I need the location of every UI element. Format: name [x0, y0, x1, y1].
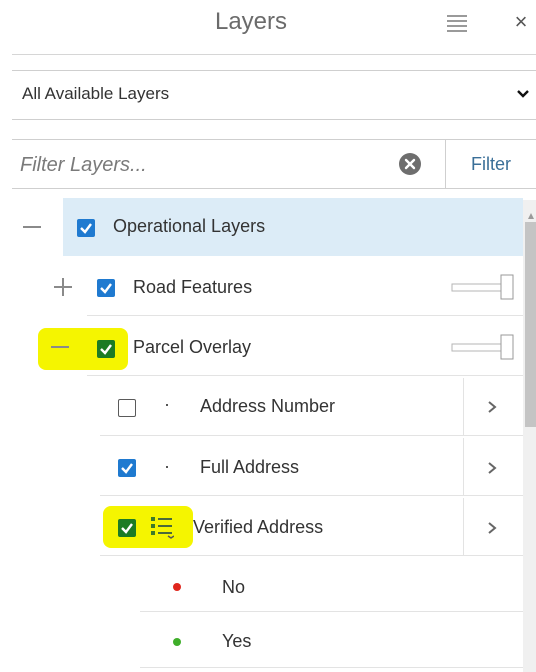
- sublayer-row-full-address[interactable]: Full Address: [0, 438, 536, 496]
- bullet-dot: [166, 404, 168, 406]
- opacity-slider[interactable]: [451, 334, 515, 360]
- filter-input[interactable]: [20, 152, 400, 178]
- scroll-up-arrow-icon[interactable]: [528, 206, 534, 219]
- tree-group-row: Operational Layers: [0, 198, 536, 256]
- row-separator: [100, 495, 523, 496]
- legend-label-yes: Yes: [222, 631, 252, 651]
- legend-toggle-icon[interactable]: [150, 515, 175, 539]
- road-features-checkbox[interactable]: [97, 279, 115, 297]
- bullet-dot: [166, 466, 168, 468]
- scrollbar-thumb[interactable]: [525, 222, 536, 427]
- layer-row-road-features[interactable]: Road Features: [0, 258, 536, 316]
- verified-address-label: Verified Address: [193, 517, 324, 537]
- legend-item-yes: Yes: [0, 612, 536, 668]
- collapse-minus-icon[interactable]: [22, 217, 42, 237]
- filter-bar: Filter: [12, 139, 536, 189]
- full-address-label: Full Address: [200, 457, 300, 477]
- layer-row-parcel-overlay[interactable]: Parcel Overlay: [0, 318, 536, 376]
- hamburger-menu-icon[interactable]: [446, 13, 468, 33]
- sublayer-row-address-number[interactable]: Address Number: [0, 378, 536, 436]
- address-number-checkbox[interactable]: [118, 399, 136, 417]
- clear-filter-icon[interactable]: [399, 153, 421, 175]
- chevron-down-icon: [516, 87, 530, 101]
- panel-title: Layers: [214, 8, 288, 35]
- sublayer-row-verified-address[interactable]: Verified Address: [0, 498, 536, 556]
- expand-plus-icon[interactable]: [53, 277, 73, 297]
- operational-layers-row[interactable]: Operational Layers: [63, 198, 523, 256]
- parcel-overlay-checkbox[interactable]: [97, 340, 115, 358]
- collapse-minus-icon[interactable]: [50, 337, 70, 357]
- legend-label-no: No: [222, 577, 246, 597]
- close-icon[interactable]: ×: [509, 8, 533, 36]
- full-address-checkbox[interactable]: [118, 459, 136, 477]
- layer-source-select[interactable]: All Available Layers: [12, 70, 536, 120]
- legend-item-no: No: [0, 558, 536, 612]
- layer-source-value: All Available Layers: [22, 84, 170, 103]
- legend-swatch-red: [173, 583, 181, 591]
- row-separator: [100, 555, 523, 556]
- operational-layers-checkbox[interactable]: [77, 219, 95, 237]
- row-separator: [87, 315, 523, 316]
- row-separator: [140, 667, 523, 668]
- row-separator: [100, 435, 523, 436]
- yellow-highlight: [103, 506, 193, 548]
- header-divider: [12, 54, 536, 55]
- road-features-label: Road Features: [133, 277, 253, 297]
- opacity-slider[interactable]: [451, 274, 515, 300]
- verified-address-details-button[interactable]: [463, 498, 523, 556]
- operational-layers-label: Operational Layers: [113, 216, 266, 236]
- full-address-details-button[interactable]: [463, 438, 523, 496]
- filter-button[interactable]: Filter: [446, 140, 536, 188]
- legend-swatch-green: [173, 638, 181, 646]
- parcel-overlay-label: Parcel Overlay: [133, 337, 252, 357]
- row-separator: [87, 375, 523, 376]
- verified-address-checkbox[interactable]: [118, 519, 136, 537]
- address-number-label: Address Number: [200, 396, 336, 416]
- address-number-details-button[interactable]: [463, 378, 523, 436]
